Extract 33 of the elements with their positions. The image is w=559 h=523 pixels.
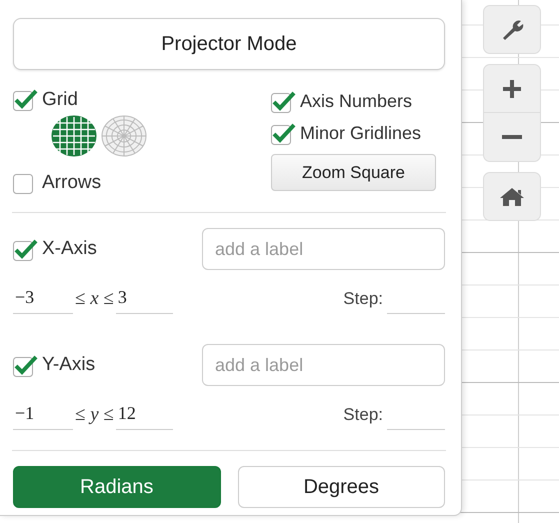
minus-icon bbox=[502, 135, 522, 139]
checkbox-label: X-Axis bbox=[42, 238, 97, 260]
checkbox[interactable] bbox=[13, 238, 38, 260]
axis-inequality: ≤ x ≤ bbox=[74, 288, 115, 310]
checkbox[interactable] bbox=[13, 354, 38, 376]
projector-mode-button[interactable]: Projector Mode bbox=[13, 18, 445, 70]
checkbox-label: Minor Gridlines bbox=[300, 123, 422, 144]
checkbox-label: Axis Numbers bbox=[300, 91, 412, 112]
checkbox-label: Y-Axis bbox=[42, 354, 96, 376]
home-button[interactable] bbox=[483, 172, 541, 221]
step-label: Step: bbox=[343, 289, 383, 309]
checkbox[interactable] bbox=[13, 88, 38, 111]
axis-max-field[interactable]: 12 bbox=[116, 400, 173, 430]
zoom-in-button[interactable] bbox=[483, 64, 541, 113]
checkbox[interactable] bbox=[271, 90, 296, 113]
plus-icon bbox=[502, 78, 522, 98]
zoom-out-button[interactable] bbox=[483, 113, 541, 162]
zoom-square-button[interactable]: Zoom Square bbox=[271, 154, 436, 191]
home-icon bbox=[499, 186, 525, 206]
checkbox-label: Arrows bbox=[42, 172, 102, 194]
axis-max-field[interactable]: 3 bbox=[116, 284, 173, 314]
axis-label-field[interactable]: add a label bbox=[202, 344, 445, 386]
cartesian-grid-icon[interactable] bbox=[51, 115, 97, 157]
axis-inequality: ≤ y ≤ bbox=[74, 404, 115, 426]
checkbox-label: Grid bbox=[42, 88, 78, 110]
angle-unit-button[interactable]: Degrees bbox=[238, 466, 445, 508]
angle-unit-button[interactable]: Radians bbox=[13, 466, 220, 508]
settings-button[interactable] bbox=[483, 5, 541, 54]
axis-min-field[interactable]: −1 bbox=[13, 400, 73, 430]
step-label: Step: bbox=[343, 405, 383, 425]
axis-label-field[interactable]: add a label bbox=[202, 228, 445, 270]
axis-min-field[interactable]: −3 bbox=[13, 284, 73, 314]
checkbox[interactable] bbox=[271, 122, 296, 145]
